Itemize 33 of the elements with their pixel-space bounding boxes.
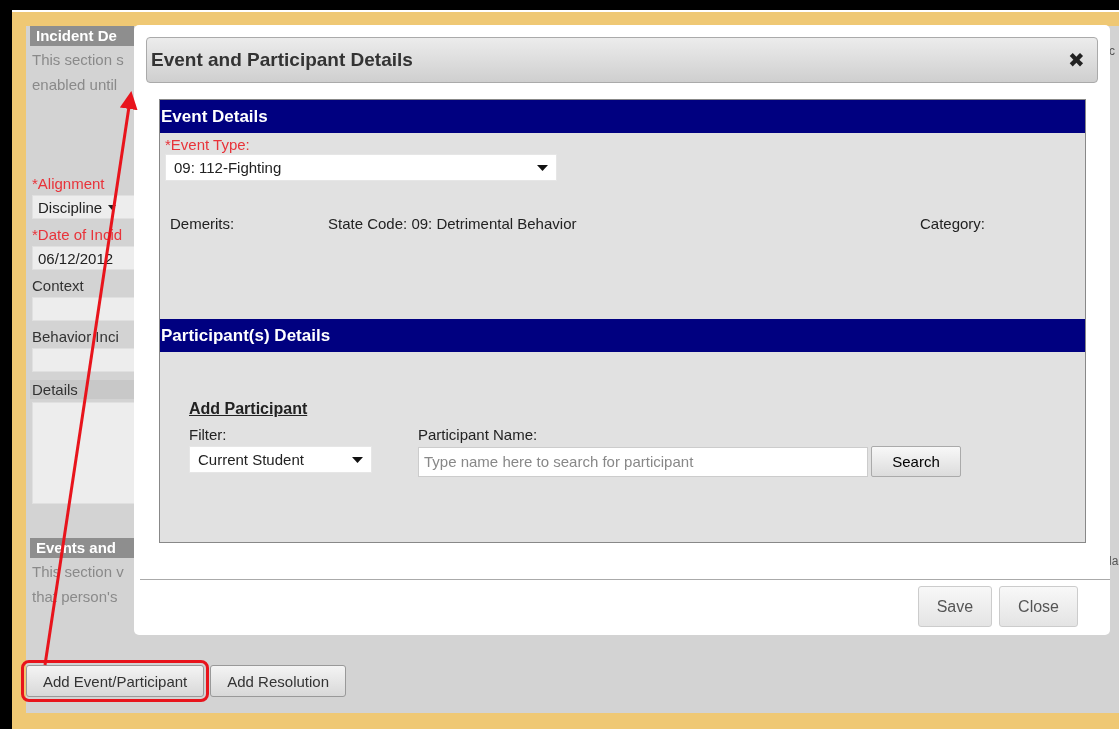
field-label: Behavior Inci: [31, 327, 120, 346]
input-field[interactable]: [32, 348, 134, 372]
alignment-dropdown[interactable]: Discipline: [32, 195, 134, 219]
section-header: Participant(s) Details: [160, 319, 1085, 352]
info-label: State Code: 09: Detrimental Behavior: [328, 215, 578, 232]
field-label: Filter:: [189, 426, 228, 443]
dialog-title: Event and Participant Details: [151, 49, 413, 71]
field-label: *Event Type:: [165, 135, 251, 154]
dialog-button[interactable]: Save: [917, 586, 993, 627]
filter-dropdown[interactable]: Current Student: [189, 446, 372, 473]
close-button[interactable]: ✖: [1068, 48, 1085, 72]
form-button[interactable]: Add Resolution: [210, 665, 346, 697]
caret-icon: [537, 164, 548, 171]
details-text-area[interactable]: [32, 402, 134, 504]
event-type-dropdown[interactable]: 09: 112-Fighting: [165, 154, 557, 181]
cut-text: la: [1109, 554, 1119, 568]
info-label: Demerits:: [170, 215, 236, 232]
field-label: Context: [31, 276, 85, 295]
section-description: enabled until: [31, 75, 119, 95]
info-label: Category:: [920, 215, 986, 232]
cut-text: c: [1109, 44, 1116, 58]
field-label: Participant Name:: [418, 426, 539, 443]
section-description: This section s: [31, 50, 125, 70]
caret-icon: [352, 456, 363, 463]
section-header: Event Details: [160, 100, 1085, 133]
participant-name-field[interactable]: Type name here to search for participant: [418, 446, 868, 477]
input-field[interactable]: [32, 297, 134, 321]
field-label: Details: [31, 380, 79, 398]
section-header: Incident De: [30, 26, 134, 46]
subsection-title: Add Participant: [189, 400, 308, 417]
field-label: *Alignment: [31, 174, 106, 193]
dialog-button[interactable]: Close: [999, 586, 1078, 627]
search-button[interactable]: Search: [871, 446, 961, 477]
